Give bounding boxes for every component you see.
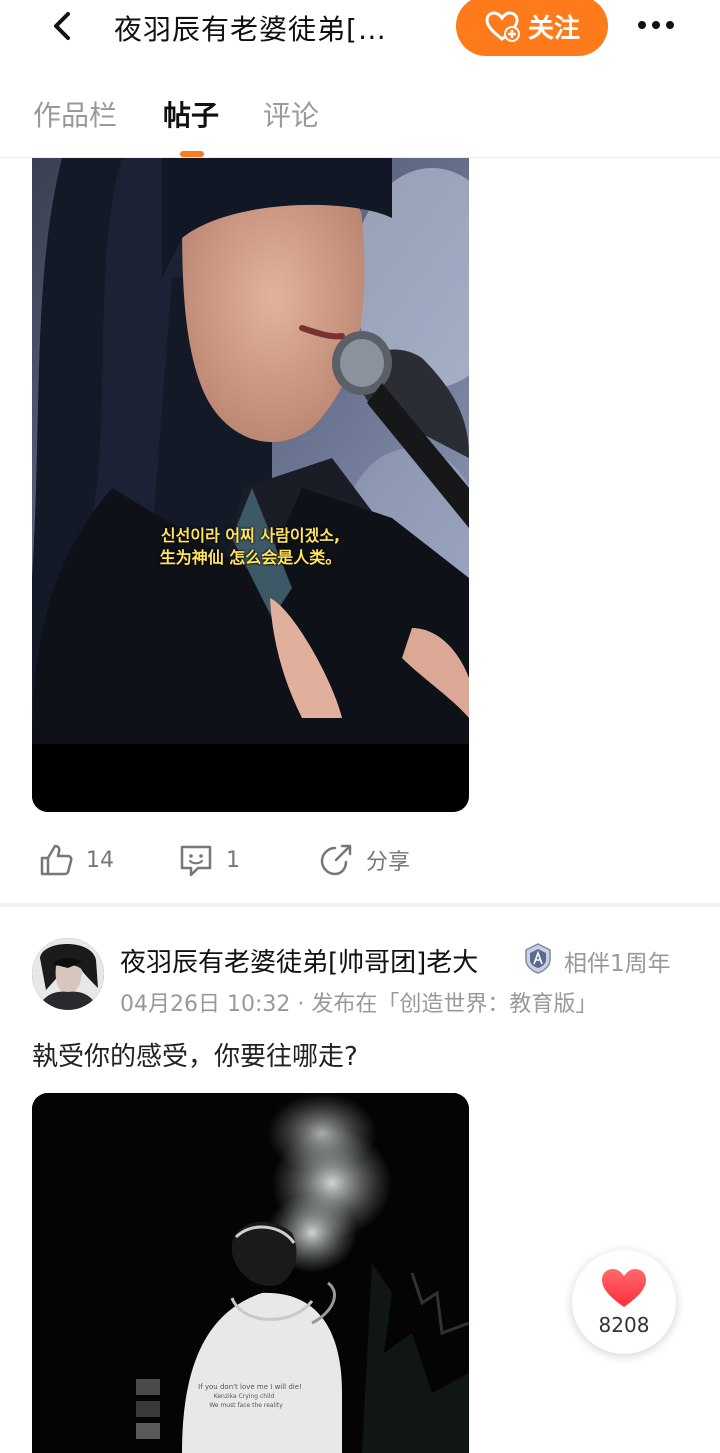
post-media-2[interactable]: If you don't love me I will die! Kenzika…: [32, 1093, 469, 1453]
subtitle-korean: 신선이라 어찌 사람이겠소,: [160, 526, 341, 545]
tab-posts[interactable]: 帖子: [163, 94, 219, 134]
shield-badge-icon: [525, 943, 551, 974]
comment-icon: [180, 845, 212, 877]
post-divider: [0, 903, 720, 907]
avatar[interactable]: [32, 938, 104, 1010]
avatar-image: [32, 938, 104, 1010]
shirt-line-1: If you don't love me I will die!: [198, 1383, 302, 1391]
heart-icon: [602, 1269, 646, 1307]
tab-bar: 作品栏 帖子 评论: [0, 90, 720, 158]
comment-action[interactable]: 1: [178, 840, 240, 880]
more-dots-icon: [638, 21, 674, 29]
shirt-line-2: Kenzika Crying child: [214, 1393, 275, 1400]
tab-active-indicator: [180, 151, 204, 157]
subtitle-chinese: 生为神仙 怎么会是人类。: [159, 548, 342, 567]
post-meta: 04月26日 10:32 · 发布在「创造世界：教育版」: [120, 992, 598, 1017]
top-bar: 夜羽辰有老婆徒弟[… 关注: [0, 0, 720, 60]
like-action[interactable]: 14: [38, 840, 114, 880]
share-icon: [320, 844, 352, 876]
floating-like-button[interactable]: 8208: [572, 1250, 676, 1354]
share-action[interactable]: 分享: [318, 840, 410, 880]
like-float-count: 8208: [598, 1313, 650, 1337]
chevron-left-icon: [54, 12, 70, 40]
singer-photo: [32, 158, 469, 812]
follow-label: 关注: [527, 13, 580, 44]
follow-button[interactable]: 关注: [456, 0, 608, 56]
share-label: 分享: [366, 850, 411, 875]
page-title: 夜羽辰有老婆徒弟[…: [114, 13, 387, 46]
author-name[interactable]: 夜羽辰有老婆徒弟[帅哥团]老大: [120, 942, 478, 979]
tab-comments[interactable]: 评论: [263, 94, 319, 134]
more-button[interactable]: [634, 8, 678, 42]
shirt-line-3: We must face the reality: [209, 1402, 283, 1409]
post-media-1[interactable]: 신선이라 어찌 사람이겠소, 生为神仙 怎么会是人类。: [32, 158, 469, 812]
comment-count: 1: [226, 847, 240, 873]
anniversary-badge: [522, 942, 554, 974]
back-button[interactable]: [44, 6, 84, 46]
thumbs-up-icon: [40, 844, 73, 876]
heart-plus-icon: [485, 11, 520, 42]
tab-works[interactable]: 作品栏: [33, 94, 117, 134]
companion-label: 相伴1周年: [564, 951, 671, 977]
like-count: 14: [86, 847, 114, 873]
post-text: 執受你的感受，你要往哪走?: [32, 1042, 358, 1072]
shirt-print: If you don't love me I will die! Kenzika…: [198, 1383, 302, 1409]
